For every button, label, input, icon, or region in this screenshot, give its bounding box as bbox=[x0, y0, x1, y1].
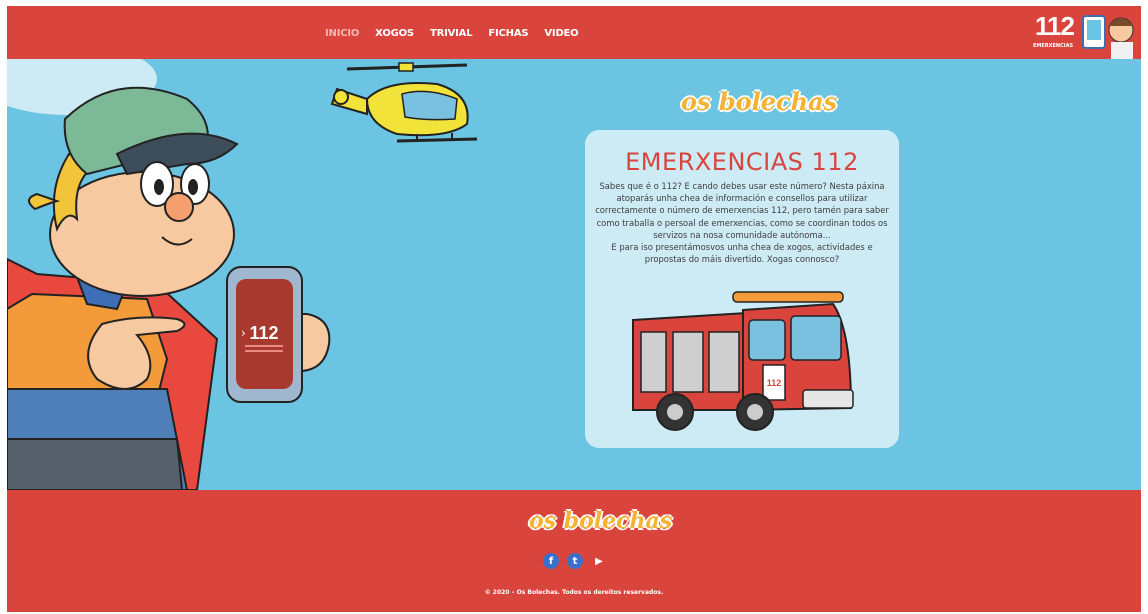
page-frame: INICIO XOGOS TRIVIAL FICHAS VIDEO 112 EM… bbox=[7, 6, 1141, 612]
brand-logo[interactable]: os bolechas bbox=[681, 87, 837, 116]
card-body: Sabes que é o 112? E cando debes usar es… bbox=[595, 180, 889, 265]
nav-item-xogos[interactable]: XOGOS bbox=[375, 28, 414, 39]
fire-truck-illustration: 112 bbox=[632, 291, 854, 431]
bolecha-character-illustration: 112 › bbox=[7, 59, 331, 490]
nav-item-video[interactable]: VIDEO bbox=[544, 28, 578, 39]
card-paragraph-1: Sabes que é o 112? E cando debes usar es… bbox=[595, 181, 889, 240]
facebook-icon[interactable]: f bbox=[543, 553, 559, 569]
card-paragraph-2: E para iso presentámosvos unha chea de x… bbox=[611, 242, 873, 265]
helicopter-illustration bbox=[330, 62, 478, 143]
phone-number-text: 112 bbox=[249, 323, 278, 343]
card-title: EMERXENCIAS 112 bbox=[625, 148, 859, 176]
site-footer: os bolechas f t ▶ © 2020 – Os Bolechas. … bbox=[7, 490, 1141, 612]
youtube-icon[interactable]: ▶ bbox=[591, 553, 607, 569]
nav-item-inicio[interactable]: INICIO bbox=[325, 28, 359, 39]
footer-brand-logo[interactable]: os bolechas bbox=[529, 508, 672, 534]
nav-item-trivial[interactable]: TRIVIAL bbox=[430, 28, 473, 39]
social-links: f t ▶ bbox=[543, 553, 607, 569]
emerxencias-112-logo[interactable]: 112 EMERXENCIAS bbox=[1033, 6, 1141, 59]
logo-character-icon bbox=[1082, 15, 1134, 59]
main-nav: INICIO XOGOS TRIVIAL FICHAS VIDEO bbox=[325, 28, 579, 39]
truck-number-text: 112 bbox=[767, 378, 782, 388]
twitter-icon[interactable]: t bbox=[567, 553, 583, 569]
hero-section: 112 › os bolechas EMERXENCIAS 112 Sabes … bbox=[7, 59, 1141, 490]
intro-card: EMERXENCIAS 112 Sabes que é o 112? E can… bbox=[585, 130, 899, 448]
nav-item-fichas[interactable]: FICHAS bbox=[488, 28, 528, 39]
site-header: INICIO XOGOS TRIVIAL FICHAS VIDEO 112 EM… bbox=[7, 6, 1141, 59]
copyright-text: © 2020 – Os Bolechas. Todos os dereitos … bbox=[484, 589, 664, 596]
svg-text:›: › bbox=[241, 326, 246, 340]
